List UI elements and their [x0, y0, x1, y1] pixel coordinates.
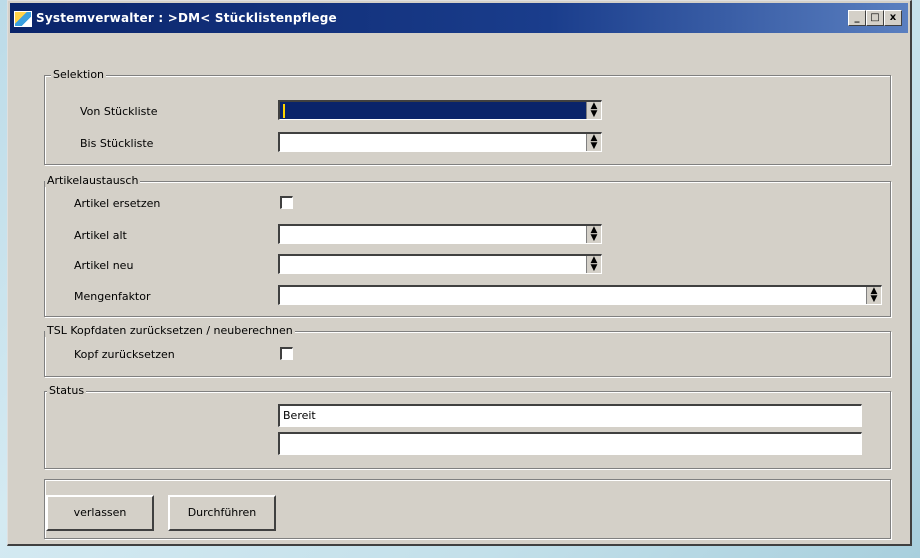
von-stueckliste-input[interactable]: ▲ ▼ — [278, 100, 602, 120]
artikel-ersetzen-label: Artikel ersetzen — [74, 197, 161, 210]
mengenfaktor-input[interactable]: ▲ ▼ — [278, 285, 882, 305]
artikel-ersetzen-checkbox[interactable] — [280, 196, 293, 209]
minimize-button[interactable]: _ — [848, 10, 866, 26]
status-group: Status — [44, 384, 891, 469]
kopf-zuruecksetzen-label: Kopf zurücksetzen — [74, 348, 175, 361]
artikel-neu-spin-icon[interactable]: ▲ ▼ — [586, 256, 601, 273]
window-title: Systemverwalter : >DM< Stücklistenpflege — [36, 11, 337, 25]
artikel-alt-spin-icon[interactable]: ▲ ▼ — [586, 226, 601, 243]
mengenfaktor-label: Mengenfaktor — [74, 290, 151, 303]
selektion-title: Selektion — [51, 68, 107, 81]
von-stueckliste-spin-icon[interactable]: ▲ ▼ — [586, 102, 601, 119]
artikel-neu-label: Artikel neu — [74, 259, 134, 272]
main-window: Systemverwalter : >DM< Stücklistenpflege… — [7, 0, 912, 546]
text-caret — [283, 104, 285, 118]
status-line-2 — [278, 432, 862, 455]
status-line-1: Bereit — [278, 404, 862, 427]
von-stueckliste-label: Von Stückliste — [80, 105, 158, 118]
mengenfaktor-spin-icon[interactable]: ▲ ▼ — [866, 287, 881, 304]
artikel-neu-input[interactable]: ▲ ▼ — [278, 254, 602, 274]
close-button[interactable]: x — [884, 10, 902, 26]
app-icon — [14, 11, 32, 27]
artikel-alt-input[interactable]: ▲ ▼ — [278, 224, 602, 244]
status-title: Status — [47, 384, 87, 397]
bis-stueckliste-spin-icon[interactable]: ▲ ▼ — [586, 134, 601, 151]
artikelaustausch-title: Artikelaustausch — [45, 174, 141, 187]
durchfuehren-button[interactable]: Durchführen — [168, 495, 276, 531]
kopf-zuruecksetzen-checkbox[interactable] — [280, 347, 293, 360]
bis-stueckliste-input[interactable]: ▲ ▼ — [278, 132, 602, 152]
maximize-button[interactable]: □ — [866, 10, 884, 26]
verlassen-button[interactable]: verlassen — [46, 495, 154, 531]
artikel-alt-label: Artikel alt — [74, 229, 127, 242]
bis-stueckliste-label: Bis Stückliste — [80, 137, 154, 150]
title-bar[interactable]: Systemverwalter : >DM< Stücklistenpflege… — [10, 3, 908, 33]
kopfdaten-title: TSL Kopfdaten zurücksetzen / neuberechne… — [45, 324, 295, 337]
